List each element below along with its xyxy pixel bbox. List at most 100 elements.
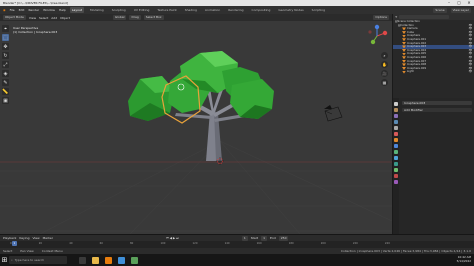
- menu-marker[interactable]: Marker: [43, 236, 53, 240]
- view-layer-tab-icon[interactable]: [394, 120, 398, 124]
- properties-panel: Icosphere.003 Add Modifier: [392, 98, 474, 234]
- menu-add[interactable]: Add: [51, 16, 57, 20]
- app-icon[interactable]: [131, 256, 138, 264]
- timeline-tick-label: 220: [352, 242, 358, 245]
- browser-icon[interactable]: [118, 256, 125, 264]
- orientation-selector[interactable]: Global: [112, 15, 127, 20]
- transform-icon[interactable]: ◈: [2, 70, 9, 77]
- menu-edit[interactable]: Edit: [19, 8, 25, 12]
- constraints-tab-icon[interactable]: [394, 162, 398, 166]
- viewport-header: Object Mode View Select Add Object Globa…: [0, 14, 392, 21]
- taskbar-search[interactable]: ⌕ Type here to search: [9, 256, 67, 264]
- render-tab-icon[interactable]: [394, 108, 398, 112]
- camera-object[interactable]: [324, 105, 343, 122]
- windows-start-icon[interactable]: ⊞: [0, 254, 9, 266]
- menu-view[interactable]: View: [29, 16, 36, 20]
- add-modifier-button[interactable]: Add Modifier: [402, 108, 472, 112]
- scene-tab-icon[interactable]: [394, 126, 398, 130]
- scene-selector[interactable]: Scene: [433, 7, 447, 13]
- clock-date: 5/14/2022: [456, 259, 471, 263]
- material-tab-icon[interactable]: [394, 174, 398, 178]
- play-controls-icon[interactable]: ⏮ ◀ ▶ ⏭: [166, 236, 179, 240]
- navigation-gizmo[interactable]: [365, 24, 389, 48]
- tab-animation[interactable]: Animation: [203, 7, 222, 13]
- end-frame-field[interactable]: 250: [278, 235, 289, 241]
- status-select: Select: [3, 249, 13, 253]
- rotate-icon[interactable]: ↻: [2, 52, 9, 59]
- current-frame-field[interactable]: 1: [241, 235, 248, 241]
- select-box-icon[interactable]: ⬚: [2, 34, 9, 41]
- menu-keying[interactable]: Keying: [19, 236, 29, 240]
- outliner-row[interactable]: Light 👁: [393, 70, 474, 74]
- modifier-tab-icon[interactable]: [394, 144, 398, 148]
- cursor-icon[interactable]: ⌖: [2, 25, 9, 32]
- timeline-tick-label: 200: [320, 242, 326, 245]
- world-tab-icon[interactable]: [394, 132, 398, 136]
- object-tab-icon[interactable]: [394, 138, 398, 142]
- tab-layout[interactable]: Layout: [69, 7, 85, 13]
- grid-icon[interactable]: ▦: [381, 79, 388, 86]
- tab-uv-editing[interactable]: UV Editing: [132, 7, 152, 13]
- menu-help[interactable]: Help: [59, 8, 66, 12]
- start-frame-field[interactable]: 1: [261, 235, 268, 241]
- timeline-tick-label: 160: [256, 242, 262, 245]
- os-taskbar: ⊞ ⌕ Type here to search 10:42 AM 5/14/20…: [0, 254, 474, 266]
- pan-icon[interactable]: ✋: [381, 61, 388, 68]
- taskbar-apps: [79, 256, 138, 264]
- add-cube-icon[interactable]: ▣: [2, 97, 9, 104]
- menu-timeline-view[interactable]: View: [32, 236, 39, 240]
- menu-render[interactable]: Render: [28, 8, 39, 12]
- menu-playback[interactable]: Playback: [3, 236, 16, 240]
- scale-icon[interactable]: ⤢: [2, 61, 9, 68]
- tab-rendering[interactable]: Rendering: [226, 7, 245, 13]
- menu-bar: ◉ File Edit Render Window Help Layout Mo…: [0, 6, 474, 14]
- mode-selector[interactable]: Object Mode: [3, 15, 26, 20]
- drag-selector[interactable]: Drag: [129, 15, 141, 20]
- tool-tab-icon[interactable]: [394, 102, 398, 106]
- tab-modeling[interactable]: Modeling: [88, 7, 106, 13]
- viewport-canvas[interactable]: [0, 21, 392, 234]
- blender-app-icon[interactable]: [105, 256, 112, 264]
- select-box-selector[interactable]: Select Box: [143, 15, 164, 20]
- object-name-field[interactable]: Icosphere.003: [402, 101, 472, 105]
- physics-tab-icon[interactable]: [394, 156, 398, 160]
- system-tray[interactable]: 10:42 AM 5/14/2022: [457, 255, 471, 263]
- tab-scripting[interactable]: Scripting: [310, 7, 327, 13]
- camera-view-icon[interactable]: 🎥: [381, 70, 388, 77]
- menu-file[interactable]: File: [10, 8, 15, 12]
- playhead[interactable]: 1: [12, 241, 17, 246]
- tab-geometry-nodes[interactable]: Geometry Nodes: [276, 7, 305, 13]
- tab-texture-paint[interactable]: Texture Paint: [155, 7, 178, 13]
- annotate-icon[interactable]: ✎: [2, 79, 9, 86]
- timeline-tick-label: 180: [288, 242, 294, 245]
- timeline-tick-label: 60: [99, 242, 103, 245]
- properties-tabs: [393, 98, 399, 234]
- tab-shading[interactable]: Shading: [183, 7, 199, 13]
- tab-sculpting[interactable]: Sculpting: [110, 7, 128, 13]
- menu-select[interactable]: Select: [39, 16, 48, 20]
- timeline-ruler[interactable]: 0 20 40 60 80 100 120 140 160 180 200 220 240: [10, 242, 390, 247]
- task-view-icon[interactable]: [79, 256, 86, 264]
- view-layer-selector[interactable]: View Layer: [450, 7, 471, 13]
- zoom-icon[interactable]: ⌕: [381, 52, 388, 59]
- output-tab-icon[interactable]: [394, 114, 398, 118]
- tree-foliage: [128, 51, 274, 121]
- move-icon[interactable]: ✥: [2, 43, 9, 50]
- timeline-tick-label: 20: [38, 242, 43, 245]
- outliner-panel: ⏷ ▤ Scene Collection ▤ Collection 👁 Camera 👁…: [392, 14, 474, 98]
- texture-tab-icon[interactable]: [394, 180, 398, 184]
- viewport-info: User Perspective (1) Collection | Icosph…: [13, 26, 57, 34]
- blender-logo-icon[interactable]: ◉: [3, 8, 6, 12]
- data-tab-icon[interactable]: [394, 168, 398, 172]
- file-explorer-icon[interactable]: [92, 256, 99, 264]
- 3d-viewport[interactable]: [0, 21, 392, 234]
- menu-object[interactable]: Object: [60, 16, 70, 20]
- status-pan: Pan View: [20, 249, 34, 253]
- particles-tab-icon[interactable]: [394, 150, 398, 154]
- timeline-tick-label: 120: [192, 242, 198, 245]
- menu-window[interactable]: Window: [43, 8, 55, 12]
- tab-compositing[interactable]: Compositing: [250, 7, 273, 13]
- visibility-eye-icon[interactable]: 👁: [469, 70, 472, 74]
- options-button[interactable]: Options: [373, 15, 389, 20]
- measure-icon[interactable]: 📏: [2, 88, 9, 95]
